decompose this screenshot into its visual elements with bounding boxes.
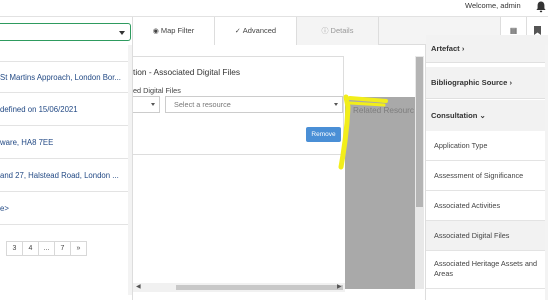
- section-label: Consultation: [431, 111, 478, 120]
- list-item[interactable]: St Martins Approach, London Bor...: [0, 61, 128, 93]
- list-item[interactable]: Application Type: [426, 131, 548, 161]
- chevron-down-icon: ⌄: [479, 111, 486, 120]
- list-item[interactable]: ware, HA8 7EE: [0, 127, 128, 159]
- search-results-panel: St Martins Approach, London Bor... defin…: [0, 17, 133, 300]
- resource-select[interactable]: Select a resource: [165, 96, 343, 113]
- card-subtitle: ed Digital Files: [133, 86, 181, 95]
- list-item[interactable]: Associated Activities: [426, 191, 548, 221]
- search-input[interactable]: [0, 23, 131, 41]
- chevron-right-icon: ›: [461, 44, 465, 53]
- chevron-down-icon[interactable]: [119, 31, 125, 35]
- list-item[interactable]: defined on 15/06/2021: [0, 94, 128, 126]
- welcome-text[interactable]: Welcome, admin: [465, 1, 521, 10]
- tab-label: Details: [330, 26, 354, 35]
- top-bar: Welcome, admin: [0, 0, 548, 17]
- list-item[interactable]: e>: [0, 193, 128, 225]
- scrollbar[interactable]: [128, 45, 132, 295]
- tab-details[interactable]: ⓘ Details: [297, 17, 379, 45]
- resource-type-select[interactable]: [133, 96, 160, 113]
- chevron-down-icon: [334, 103, 338, 106]
- page-link[interactable]: 7: [54, 241, 71, 256]
- pagination: 3 4 ... 7 »: [6, 241, 87, 256]
- tab-label: Map Filter: [160, 26, 195, 35]
- remove-button[interactable]: Remove: [306, 127, 341, 142]
- page-ellipsis: ...: [38, 241, 55, 256]
- list-item[interactable]: Assessment of Significance: [426, 161, 548, 191]
- list-item[interactable]: Associated Heritage Assets and Areas: [426, 251, 548, 289]
- tab-label: Advanced: [242, 26, 277, 35]
- section-label: Artefact: [431, 44, 460, 53]
- tab-map-filter[interactable]: ◉ Map Filter: [133, 17, 215, 45]
- chevron-down-icon: [151, 103, 155, 106]
- scroll-left-icon[interactable]: ◀: [136, 283, 141, 290]
- scrollbar-thumb[interactable]: [416, 57, 423, 207]
- section-artefact[interactable]: Artefact ›: [426, 35, 548, 63]
- digital-files-card: tion - Associated Digital Files ed Digit…: [133, 56, 344, 155]
- page-link[interactable]: 4: [22, 241, 39, 256]
- page-link[interactable]: 3: [6, 241, 23, 256]
- workspace: tion - Associated Digital Files ed Digit…: [133, 45, 425, 300]
- map-marker-icon: ◉: [152, 28, 159, 35]
- chevron-right-icon: ›: [509, 78, 513, 87]
- info-icon: ⓘ: [321, 28, 329, 35]
- section-label: Bibliographic Source: [431, 78, 508, 87]
- section-bibliographic-source[interactable]: Bibliographic Source ›: [426, 67, 548, 99]
- resource-select-placeholder: Select a resource: [174, 100, 231, 109]
- scroll-right-icon[interactable]: ▶: [337, 283, 342, 290]
- related-resources-panel: [345, 97, 415, 289]
- next-page-link[interactable]: »: [70, 241, 87, 256]
- card-title: tion - Associated Digital Files: [133, 67, 241, 77]
- resource-model-panel: Artefact › Bibliographic Source › Consul…: [425, 35, 548, 300]
- section-consultation[interactable]: Consultation ⌄: [426, 100, 548, 132]
- tab-advanced[interactable]: ✓ Advanced: [215, 17, 297, 45]
- list-item[interactable]: and 27, Halstead Road, London ...: [0, 160, 128, 192]
- check-circle-icon: ✓: [234, 28, 241, 35]
- related-resources-title: Related Resourc: [353, 106, 414, 115]
- bell-icon[interactable]: [534, 0, 548, 14]
- scrollbar-thumb[interactable]: [176, 285, 343, 290]
- list-item-active[interactable]: Associated Digital Files: [426, 221, 548, 251]
